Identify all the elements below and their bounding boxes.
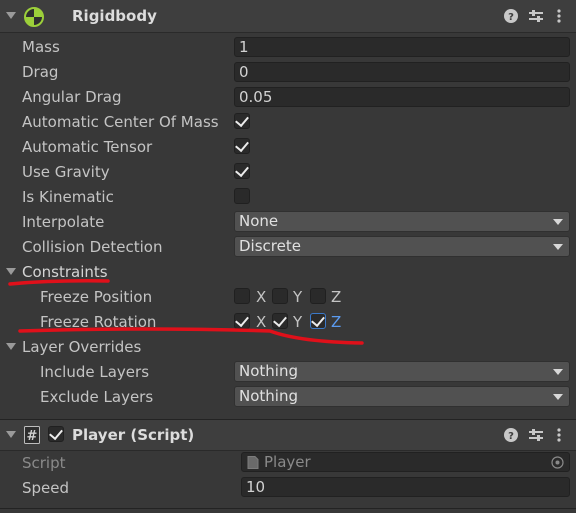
auto-com-checkbox[interactable] [234,112,250,129]
collision-detection-dropdown[interactable]: Discrete [234,236,570,257]
constraints-foldout-icon[interactable] [6,268,16,275]
check-icon [311,312,325,328]
is-kinematic-label: Is Kinematic [22,188,114,206]
check-icon [235,137,249,153]
script-value: Player [264,453,311,471]
dropdown-arrow-icon [553,244,563,250]
help-icon[interactable]: ? [504,9,518,23]
mass-label: Mass [22,38,60,56]
dropdown-arrow-icon [553,219,563,225]
freeze-position-label: Freeze Position [40,288,153,306]
constraints-underline-stroke [8,279,110,286]
presets-icon[interactable] [528,8,544,24]
angular-drag-label: Angular Drag [22,88,122,106]
script-object-field: Player [241,452,570,472]
layer-overrides-foldout-icon[interactable] [6,343,16,350]
freeze-position-y-label: Y [293,288,303,306]
exclude-layers-value: Nothing [239,387,298,405]
script-hash-icon: # [24,426,40,444]
component-title: Rigidbody [72,7,157,25]
include-layers-label: Include Layers [40,363,150,381]
object-picker-icon [551,456,564,469]
check-icon [235,112,249,128]
rigidbody-header[interactable]: Rigidbody ? [0,0,576,33]
presets-icon[interactable] [528,427,544,443]
freeze-rotation-label: Freeze Rotation [40,313,157,331]
exclude-layers-dropdown[interactable]: Nothing [234,386,570,407]
use-gravity-checkbox[interactable] [234,162,250,179]
freeze-position-x-label: X [256,288,267,306]
foldout-arrow-icon[interactable] [6,431,16,438]
freeze-position-z-label: Z [331,288,342,306]
auto-com-label: Automatic Center Of Mass [22,113,219,131]
divider [0,508,576,509]
dropdown-arrow-icon [553,369,563,375]
interpolate-value: None [239,212,279,230]
svg-text:?: ? [508,12,514,23]
freeze-rotation-z-checkbox[interactable] [310,312,326,329]
help-icon[interactable]: ? [504,428,518,442]
speed-field[interactable]: 10 [241,477,570,497]
drag-label: Drag [22,63,59,81]
mass-field[interactable]: 1 [234,37,570,57]
freeze-rotation-x-checkbox[interactable] [234,312,250,329]
check-icon [49,425,63,441]
interpolate-dropdown[interactable]: None [234,211,570,232]
layer-overrides-label[interactable]: Layer Overrides [22,338,141,356]
interpolate-label: Interpolate [22,213,105,231]
is-kinematic-checkbox[interactable] [234,188,250,204]
script-label: Script [22,454,66,472]
speed-label: Speed [22,479,70,497]
context-menu-icon[interactable] [556,427,562,443]
svg-text:#: # [27,429,38,444]
foldout-arrow-icon[interactable] [6,12,16,19]
freeze-rotation-y-label: Y [293,313,303,331]
freeze-position-z-checkbox[interactable] [310,288,326,304]
check-icon [235,162,249,178]
auto-tensor-checkbox[interactable] [234,137,250,154]
script-enabled-checkbox[interactable] [48,425,64,442]
freeze-rotation-y-checkbox[interactable] [272,312,288,329]
component-title: Player (Script) [72,426,195,444]
collision-detection-label: Collision Detection [22,238,163,256]
include-layers-value: Nothing [239,362,298,380]
angular-drag-field[interactable]: 0.05 [234,87,570,107]
check-icon [273,312,287,328]
freeze-position-x-checkbox[interactable] [234,288,250,304]
svg-text:?: ? [508,431,514,442]
use-gravity-label: Use Gravity [22,163,110,181]
drag-field[interactable]: 0 [234,62,570,82]
include-layers-dropdown[interactable]: Nothing [234,361,570,382]
player-script-header[interactable]: # Player (Script) ? [0,419,576,451]
auto-tensor-label: Automatic Tensor [22,138,153,156]
collision-detection-value: Discrete [239,237,301,255]
constraints-label[interactable]: Constraints [22,263,108,281]
dropdown-arrow-icon [553,394,563,400]
freeze-position-y-checkbox[interactable] [272,288,288,304]
freeze-rotation-z-label: Z [331,313,342,331]
freeze-rotation-x-label: X [256,313,267,331]
script-file-icon [247,456,259,469]
check-icon [235,312,249,328]
exclude-layers-label: Exclude Layers [40,388,154,406]
context-menu-icon[interactable] [556,8,562,24]
rigidbody-icon [24,7,44,27]
